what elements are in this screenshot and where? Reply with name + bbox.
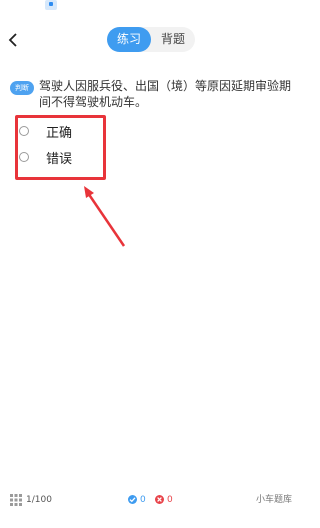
tab-practice[interactable]: 练习	[107, 27, 151, 52]
options-highlight-box	[15, 115, 106, 180]
back-button[interactable]	[2, 28, 24, 52]
back-chevron-icon	[8, 33, 17, 47]
correct-count: 0	[140, 495, 146, 505]
answer-sheet-grid-icon[interactable]	[10, 494, 22, 506]
brand-label: 小车题库	[255, 495, 292, 505]
app-status-icon	[45, 0, 57, 10]
question-text: 驾驶人因服兵役、出国（境）等原因延期审验期间不得驾驶机动车。	[39, 79, 292, 109]
wrong-x-icon	[155, 495, 164, 504]
correct-check-icon	[128, 495, 137, 504]
question-progress[interactable]: 1/100	[26, 493, 52, 507]
wrong-count: 0	[167, 495, 173, 505]
footer-bar: 1/100 0 0 小车题库	[0, 488, 300, 512]
mode-switch: 练习 背题	[107, 27, 195, 52]
question-type-badge: 判断	[10, 81, 34, 95]
tab-memorize[interactable]: 背题	[151, 27, 195, 52]
